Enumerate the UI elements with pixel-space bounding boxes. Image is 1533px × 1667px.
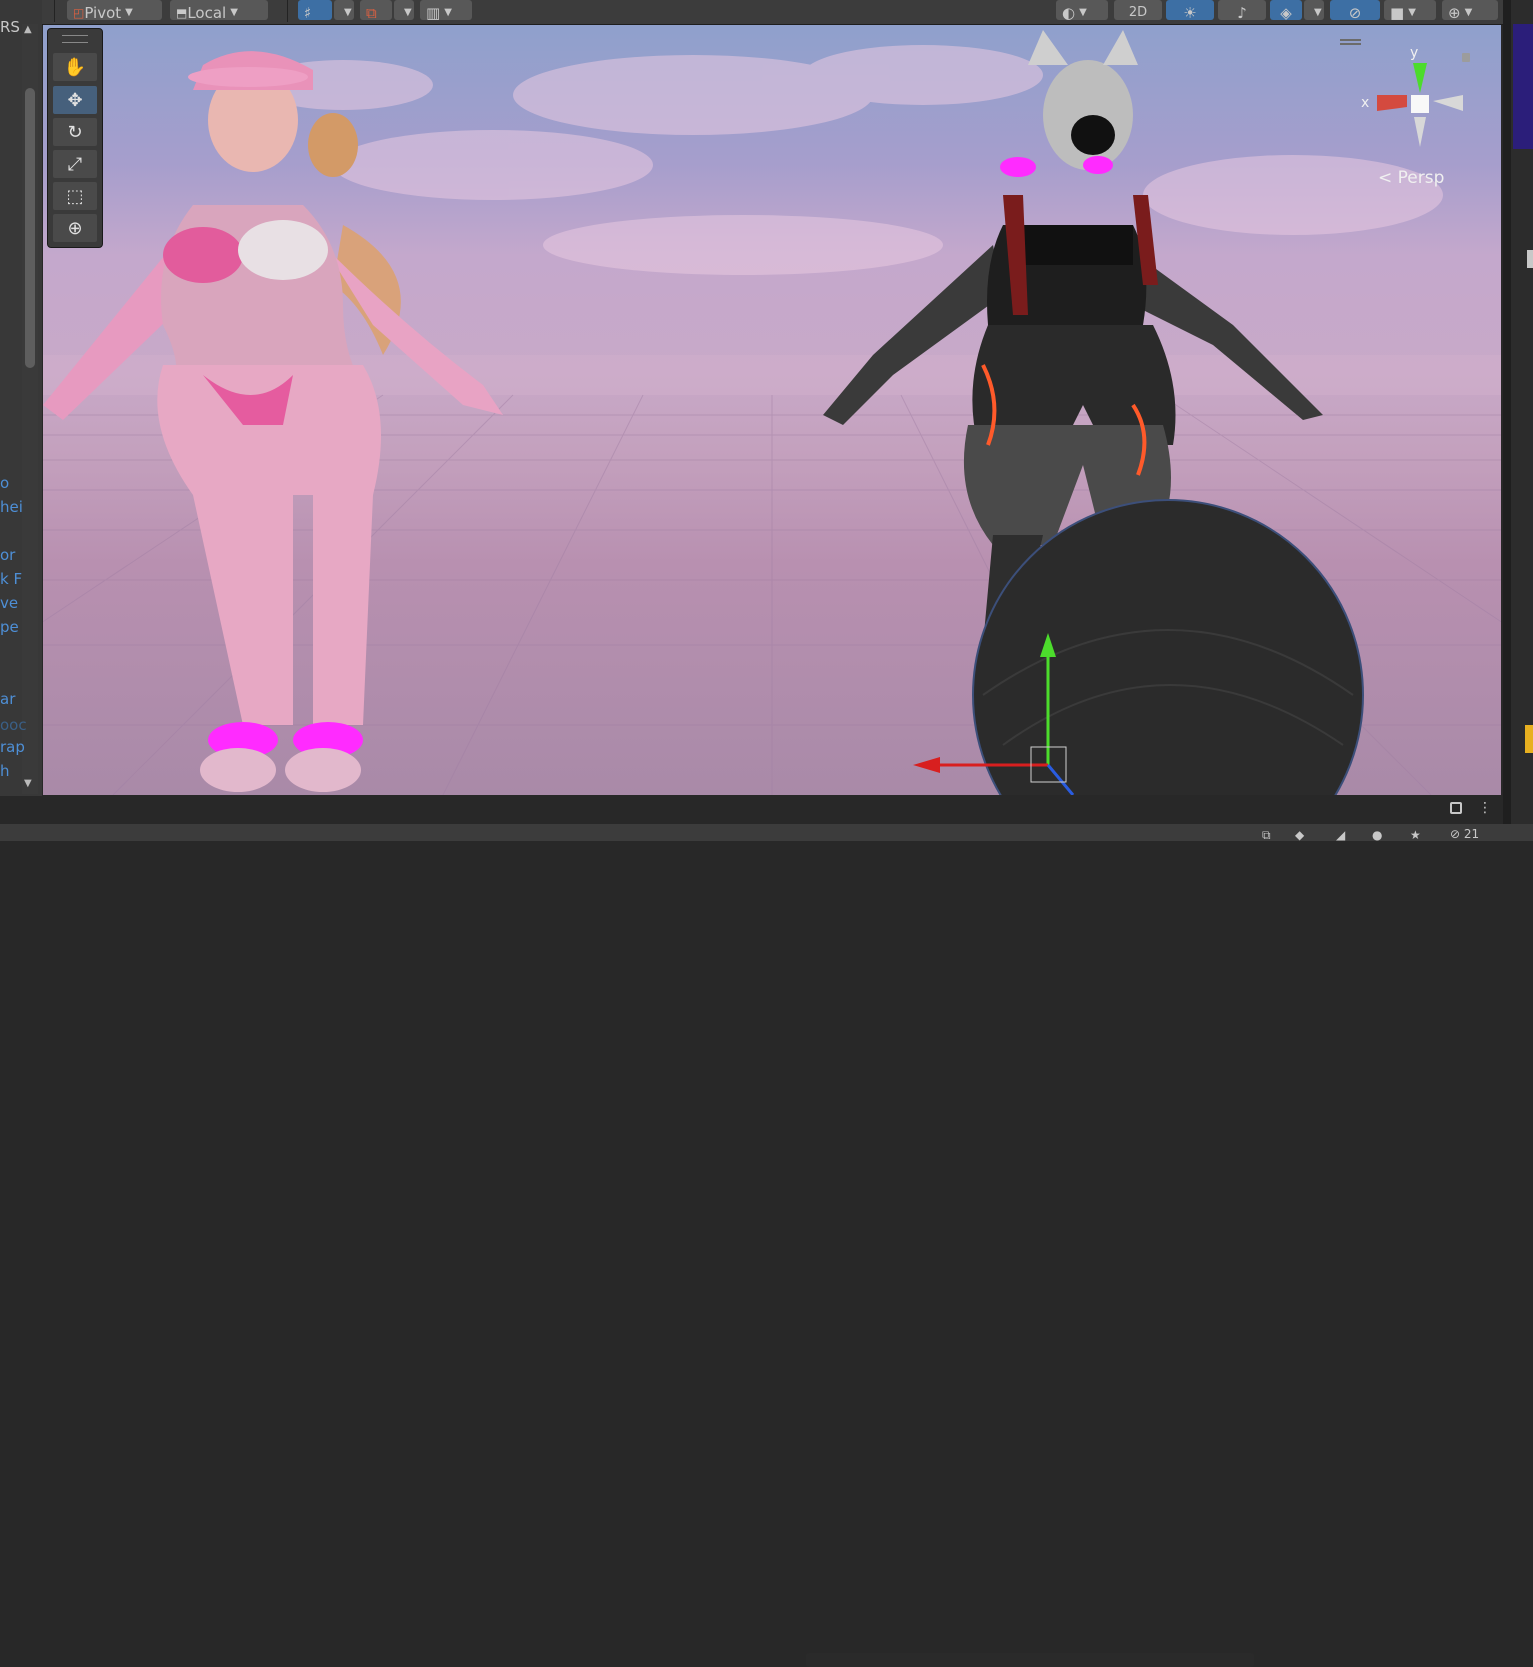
chevron-down-icon: ▼	[230, 7, 238, 18]
move-icon: ✥	[67, 89, 83, 111]
hand-icon: ✋	[63, 56, 87, 78]
globe-icon: ⊕	[1448, 4, 1461, 22]
chevron-down-icon: ▼	[344, 7, 352, 18]
lock-icon[interactable]	[1450, 802, 1462, 814]
chevron-down-icon: ▼	[404, 7, 412, 18]
lock-icon	[1462, 53, 1470, 62]
chevron-down-icon: ▼	[1408, 7, 1416, 18]
rotate-icon: ↻	[67, 121, 83, 143]
list-item[interactable]: h	[0, 762, 10, 780]
rect-icon: ⬚	[66, 185, 84, 207]
camera-dropdown[interactable]: ■ ▼	[1384, 0, 1436, 22]
preview-thumbnail	[1513, 24, 1533, 149]
hidden-count[interactable]: ⊘ 21	[1450, 827, 1479, 841]
list-item[interactable]: o	[0, 474, 9, 492]
rect-snap-button[interactable]: ⧉	[360, 0, 392, 22]
audio-mute-icon: ♪	[1237, 4, 1247, 22]
grid-icon: ▥	[426, 4, 441, 22]
dark-avatar[interactable]	[823, 30, 1364, 795]
hidden-count-label: 21	[1463, 827, 1480, 841]
rect-snap-dropdown[interactable]: ▼	[394, 0, 414, 20]
audio-toggle[interactable]: ♪	[1218, 0, 1266, 22]
scroll-up-icon[interactable]: ▲	[24, 24, 32, 35]
viewport-footer: ⋮	[0, 796, 1503, 824]
persp-label-text: Persp	[1397, 168, 1445, 188]
list-item[interactable]: k F	[0, 570, 22, 588]
rect-snap-icon: ⧉	[366, 4, 377, 22]
snap-icon: ♯	[304, 4, 312, 22]
chevron-down-icon: ▼	[125, 7, 133, 18]
2d-toggle[interactable]: 2D	[1114, 0, 1162, 20]
lighting-toggle[interactable]: ☀	[1166, 0, 1214, 22]
scale-tool-button[interactable]: ⤢	[53, 150, 97, 178]
inspector-panel	[1503, 0, 1533, 841]
more-options-icon[interactable]: ⋮	[1478, 800, 1492, 816]
move-tool-button[interactable]: ✥	[53, 86, 97, 114]
type-filter-icon[interactable]: ◆	[1295, 828, 1304, 842]
effects-toggle[interactable]: ◈	[1270, 0, 1302, 22]
orientation-gizmo[interactable]: y x	[1340, 39, 1470, 147]
info-icon[interactable]: ●	[1372, 828, 1382, 842]
list-item[interactable]: ooc	[0, 716, 27, 734]
chevron-down-icon: ▼	[1314, 7, 1322, 18]
inspector-fragment	[1527, 250, 1533, 268]
tool-palette: ✋ ✥ ↻ ⤢ ⬚ ⊕	[47, 28, 103, 248]
shading-dropdown[interactable]: ◐ ▼	[1056, 0, 1108, 22]
scale-icon: ⤢	[67, 153, 83, 175]
persp-chevron-icon: <	[1378, 168, 1393, 188]
scene-toolbar: ▤ ◰ Pivot ▼ ⬒ Local ▼ ♯ ▼ ⧉ ▼ ▥ ▼ ◐ ▼ 2D…	[0, 0, 1533, 25]
drag-handle[interactable]	[62, 35, 88, 43]
hierarchy-panel: RS ▲ ▼ o hei or k F ve pe ar ooc rap h	[0, 0, 42, 796]
scene-render: y x	[43, 30, 1501, 795]
warning-icon	[1525, 725, 1533, 753]
scene-viewport[interactable]: y x	[43, 25, 1501, 795]
list-item[interactable]: ve	[0, 594, 18, 612]
local-label: Local	[187, 4, 227, 22]
pivot-dropdown[interactable]: ◰ Pivot ▼	[67, 0, 162, 22]
list-item[interactable]: pe	[0, 618, 19, 636]
pivot-label: Pivot	[84, 4, 122, 22]
effects-icon: ◈	[1280, 4, 1292, 22]
gizmo-y-label: y	[1410, 45, 1418, 61]
gizmo-x-label: x	[1361, 95, 1369, 111]
snap-dropdown[interactable]: ▼	[334, 0, 354, 20]
grid-dropdown[interactable]: ▥ ▼	[420, 0, 472, 22]
pivot-icon: ◰	[73, 6, 85, 20]
hidden-objects-toggle[interactable]: ⊘	[1330, 0, 1380, 22]
gizmos-dropdown[interactable]: ⊕ ▼	[1442, 0, 1498, 22]
eye-slash-icon: ⊘	[1348, 4, 1362, 22]
list-item[interactable]: hei	[0, 498, 23, 516]
eye-slash-icon: ⊘	[1450, 827, 1461, 841]
local-icon: ⬒	[176, 6, 188, 20]
search-input[interactable]	[806, 1653, 1254, 1667]
hierarchy-header: RS	[0, 18, 20, 36]
hierarchy-scroll-thumb[interactable]	[25, 88, 35, 368]
camera-icon: ■	[1390, 4, 1405, 22]
chevron-down-icon: ▼	[444, 7, 452, 18]
scroll-down-icon[interactable]: ▼	[24, 778, 32, 789]
transform-icon: ⊕	[67, 217, 83, 239]
list-item[interactable]: or	[0, 546, 15, 564]
list-item[interactable]: ar	[0, 690, 15, 708]
2d-label: 2D	[1128, 5, 1148, 20]
shading-icon: ◐	[1062, 4, 1076, 22]
chevron-down-icon: ▼	[1079, 7, 1087, 18]
label-filter-icon[interactable]: ◢	[1336, 828, 1345, 842]
rotate-tool-button[interactable]: ↻	[53, 118, 97, 146]
transform-tool-button[interactable]: ⊕	[53, 214, 97, 242]
local-dropdown[interactable]: ⬒ Local ▼	[170, 0, 268, 22]
favorites-icon[interactable]: ★	[1410, 828, 1421, 842]
hand-tool-button[interactable]: ✋	[53, 53, 97, 81]
chevron-down-icon: ▼	[1464, 7, 1473, 18]
lighting-icon: ☀	[1183, 4, 1197, 22]
snap-button[interactable]: ♯	[298, 0, 332, 22]
x-axis-handle	[913, 757, 940, 773]
status-bar: ⧉ ◆ ◢ ● ★ ⊘ 21	[0, 824, 1533, 1667]
rect-tool-button[interactable]: ⬚	[53, 182, 97, 210]
persp-toggle[interactable]: < Persp	[1378, 168, 1444, 188]
list-item[interactable]: rap	[0, 738, 25, 756]
effects-dropdown[interactable]: ▼	[1304, 0, 1324, 20]
